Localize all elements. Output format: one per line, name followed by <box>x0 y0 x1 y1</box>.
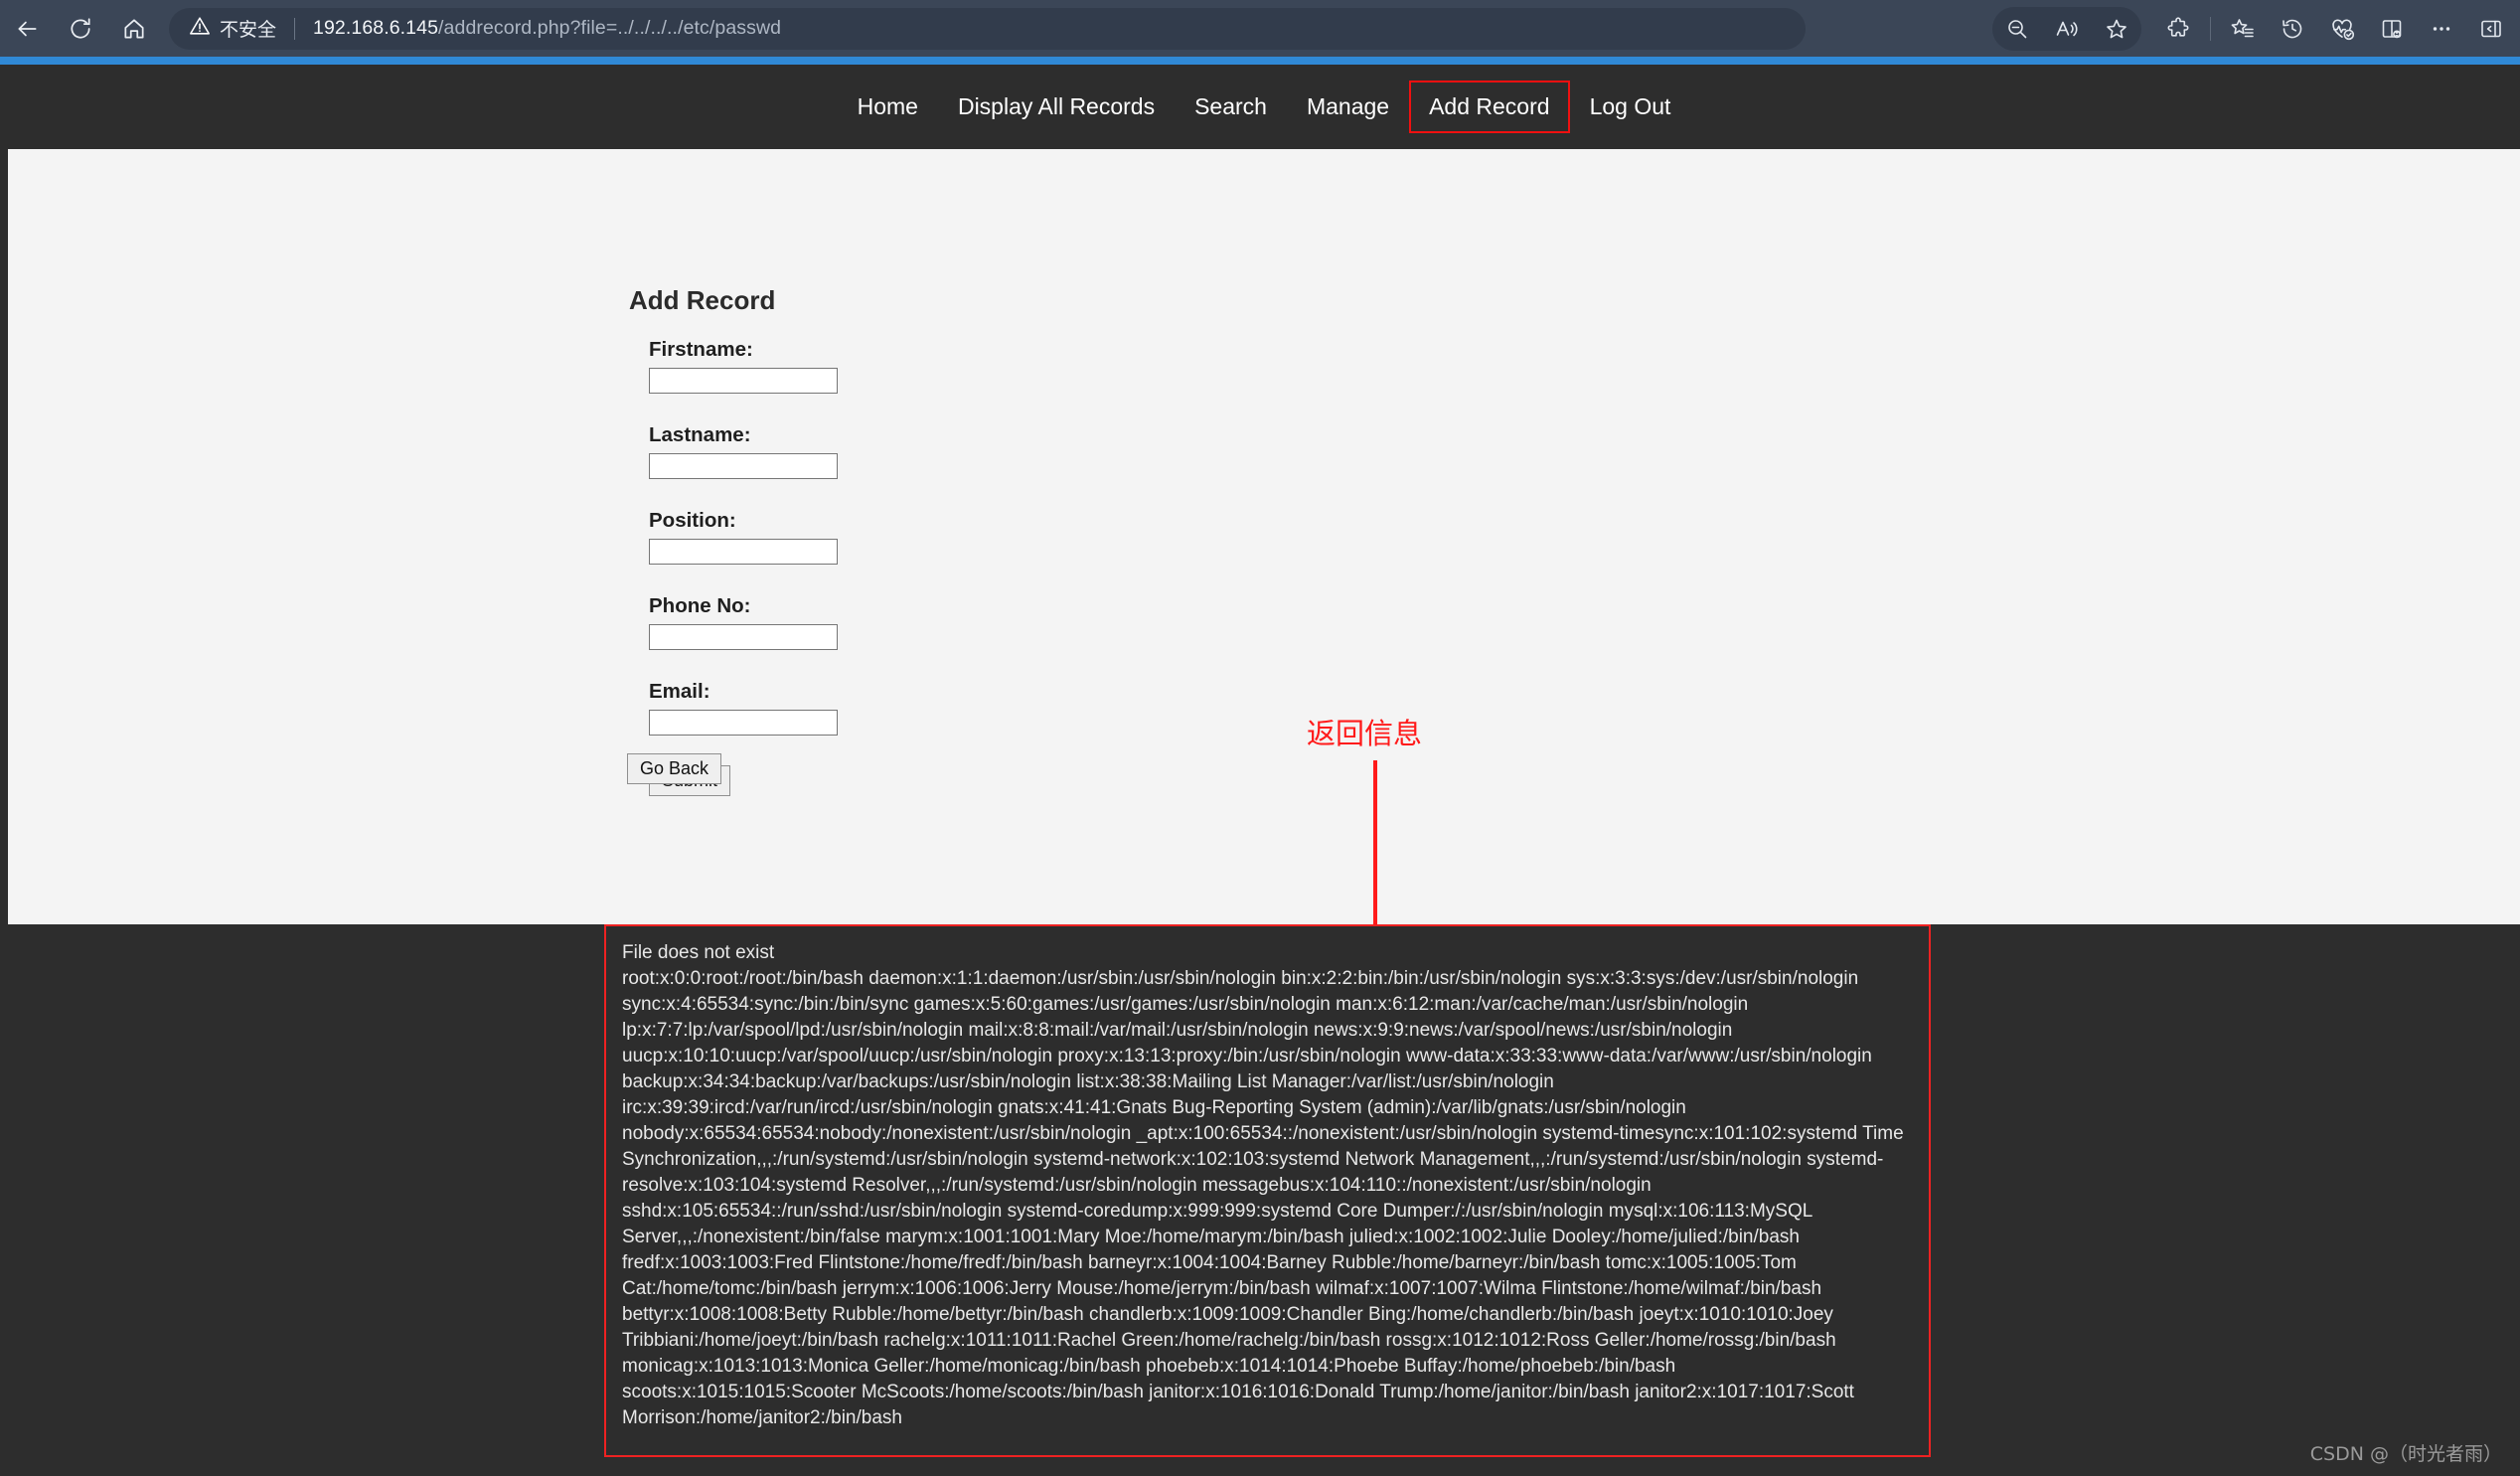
favorite-star-icon[interactable] <box>2092 4 2141 54</box>
collections-icon[interactable] <box>2218 4 2268 54</box>
nav-link-add-record[interactable]: Add Record <box>1409 81 1570 133</box>
sidebar-toggle-icon[interactable] <box>2466 4 2516 54</box>
field-group-firstname: Firstname: <box>649 338 838 394</box>
url-path: /addrecord.php?file=../../../../etc/pass… <box>438 17 782 39</box>
url-host: 192.168.6.145 <box>313 17 439 39</box>
omnibox-action-group <box>1992 4 2141 54</box>
settings-more-icon[interactable] <box>2417 4 2466 54</box>
site-navigation-list: Home Display All Records Search Manage A… <box>838 81 1691 133</box>
label-firstname: Firstname: <box>649 338 753 361</box>
page-left-edge <box>0 65 8 1476</box>
field-group-position: Position: <box>649 509 838 565</box>
page-viewport: Home Display All Records Search Manage A… <box>0 65 2520 1476</box>
nav-link-display-all-records[interactable]: Display All Records <box>938 81 1175 133</box>
nav-link-manage[interactable]: Manage <box>1287 81 1409 133</box>
firstname-input[interactable] <box>649 368 838 394</box>
address-bar[interactable]: 不安全 192.168.6.145/addrecord.php?file=../… <box>169 7 1806 50</box>
browser-essentials-icon[interactable] <box>2317 4 2367 54</box>
page-title: Add Record <box>629 285 776 316</box>
label-phone: Phone No: <box>649 594 751 617</box>
back-button[interactable] <box>0 2 54 56</box>
security-warning[interactable]: 不安全 <box>189 15 276 43</box>
output-region: File does not exist root:x:0:0:root:/root… <box>8 924 2520 1476</box>
home-button[interactable] <box>107 2 161 56</box>
email-input[interactable] <box>649 710 838 736</box>
label-email: Email: <box>649 680 710 703</box>
omnibox-divider <box>294 17 296 40</box>
field-group-lastname: Lastname: <box>649 423 838 479</box>
accent-strip <box>0 57 2520 65</box>
status-line: File does not exist <box>622 942 775 963</box>
nav-link-log-out[interactable]: Log Out <box>1570 81 1691 133</box>
file-inclusion-output-box: File does not exist root:x:0:0:root:/root… <box>604 924 1931 1457</box>
label-position: Position: <box>649 509 736 532</box>
site-navigation: Home Display All Records Search Manage A… <box>8 65 2520 149</box>
browser-toolbar: 不安全 192.168.6.145/addrecord.php?file=../… <box>0 0 2520 57</box>
main-content: Add Record Firstname: Lastname: Position… <box>8 149 2520 1001</box>
extensions-puzzle-icon[interactable] <box>2153 4 2203 54</box>
zoom-out-icon[interactable] <box>1992 4 2042 54</box>
split-screen-icon[interactable] <box>2367 4 2417 54</box>
security-label: 不安全 <box>220 20 277 41</box>
position-input[interactable] <box>649 539 838 565</box>
toolbar-actions <box>1992 0 2520 57</box>
url-text[interactable]: 192.168.6.145/addrecord.php?file=../../.… <box>313 17 781 40</box>
watermark: CSDN @（时光者雨） <box>2309 1443 2502 1465</box>
read-aloud-icon[interactable] <box>2042 4 2092 54</box>
phone-input[interactable] <box>649 624 838 650</box>
toolbar-divider <box>2210 16 2211 41</box>
go-back-row: Go Back <box>627 753 722 784</box>
go-back-button[interactable]: Go Back <box>627 753 722 784</box>
nav-link-home[interactable]: Home <box>838 81 938 133</box>
field-group-email: Email: <box>649 680 838 736</box>
annotation-label: 返回信息 <box>1307 717 1423 750</box>
passwd-file-dump: root:x:0:0:root:/root:/bin/bash daemon:x… <box>622 968 1909 1428</box>
output-text: File does not exist root:x:0:0:root:/root… <box>622 940 1913 1431</box>
refresh-button[interactable] <box>54 2 107 56</box>
history-clock-icon[interactable] <box>2268 4 2317 54</box>
lastname-input[interactable] <box>649 453 838 479</box>
add-record-form: Firstname: Lastname: Position: Phone No:… <box>627 338 838 796</box>
field-group-phone: Phone No: <box>649 594 838 650</box>
nav-link-search[interactable]: Search <box>1175 81 1287 133</box>
warning-triangle-icon <box>189 15 211 43</box>
label-lastname: Lastname: <box>649 423 751 446</box>
